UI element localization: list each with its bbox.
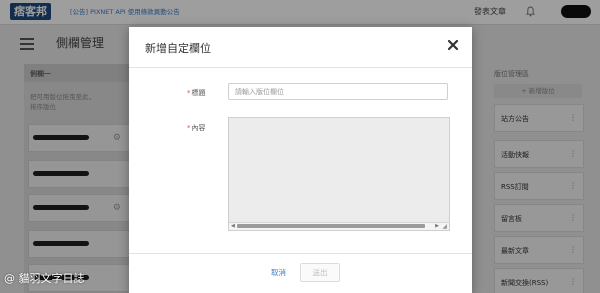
resize-grip-icon[interactable]: ◢ <box>442 223 447 230</box>
required-mark: * <box>187 89 191 97</box>
divider <box>129 67 472 68</box>
title-field-label: *標題 <box>187 88 206 98</box>
scroll-left-icon[interactable]: ◀ <box>231 223 235 230</box>
dialog-title: 新增自定欄位 <box>145 42 211 55</box>
horizontal-scrollbar[interactable]: ◀ ▶ ◢ <box>229 222 449 230</box>
required-mark: * <box>187 124 191 132</box>
title-input[interactable] <box>228 83 448 100</box>
title-label-text: 標題 <box>191 89 206 97</box>
watermark: @ 貓羽文字日誌 <box>4 272 85 285</box>
divider <box>129 253 472 254</box>
close-icon[interactable] <box>447 39 459 51</box>
submit-button[interactable]: 送出 <box>300 263 340 282</box>
page: 痞客邦 [公告] PIXNET API 使用條款異動公告 發表文章 側欄管理 側… <box>0 0 600 293</box>
content-field-label: *內容 <box>187 123 206 133</box>
content-textarea[interactable]: ◀ ▶ ◢ <box>228 117 450 231</box>
cancel-button[interactable]: 取消 <box>271 267 286 278</box>
add-custom-widget-dialog: 新增自定欄位 *標題 *內容 ◀ ▶ ◢ 取消 送出 <box>129 27 472 293</box>
content-label-text: 內容 <box>191 124 206 132</box>
scrollbar-thumb[interactable] <box>237 224 425 228</box>
scroll-right-icon[interactable]: ▶ <box>435 223 439 230</box>
